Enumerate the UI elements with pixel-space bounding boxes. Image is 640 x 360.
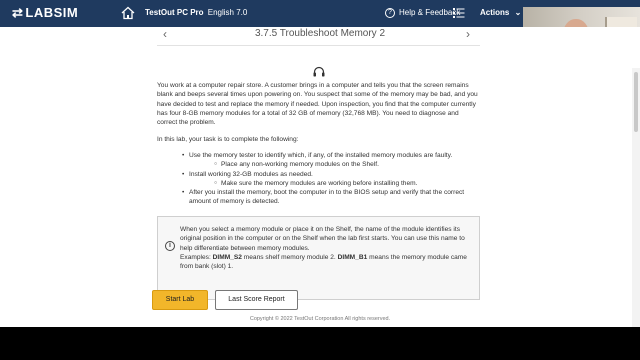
subtask-item: Place any non-working memory modules on … bbox=[189, 160, 479, 170]
info-callout: i When you select a memory module or pla… bbox=[157, 216, 480, 300]
title-divider bbox=[157, 45, 480, 46]
subtask-list: Place any non-working memory modules on … bbox=[189, 160, 479, 170]
next-lab-chevron-icon[interactable]: › bbox=[466, 27, 470, 41]
help-icon: ? bbox=[385, 8, 395, 18]
task-text: After you install the memory, boot the c… bbox=[189, 189, 465, 206]
chevron-down-icon: ⌄ bbox=[514, 8, 522, 17]
task-text: Install working 32-GB modules as needed. bbox=[189, 170, 313, 178]
task-text: Use the memory tester to identify which,… bbox=[189, 152, 453, 159]
help-feedback-button[interactable]: ? Help & Feedback bbox=[385, 8, 460, 18]
example2-code: DIMM_B1 bbox=[337, 253, 368, 261]
actions-label: Actions bbox=[480, 8, 510, 17]
info-text: When you select a memory module or place… bbox=[180, 225, 476, 271]
task-item: Use the memory tester to identify which,… bbox=[157, 151, 479, 170]
product-language: English 7.0 bbox=[207, 8, 248, 17]
scrollbar-thumb[interactable] bbox=[634, 72, 638, 132]
lab-title: 3.7.5 Troubleshoot Memory 2 bbox=[254, 28, 386, 39]
info-examples: Examples: DIMM_S2 means shelf memory mod… bbox=[180, 253, 476, 272]
examples-prefix: Examples: bbox=[180, 253, 213, 261]
logo-text: LABSIM bbox=[25, 5, 79, 20]
previous-lab-chevron-icon[interactable]: ‹ bbox=[163, 27, 167, 41]
headphones-icon[interactable] bbox=[313, 66, 325, 77]
product-name: TestOut PC Pro bbox=[145, 8, 204, 17]
copyright-text: Copyright © 2022 TestOut Corporation All… bbox=[249, 316, 391, 322]
lab-content-area: ‹ 3.7.5 Troubleshoot Memory 2 › You work… bbox=[0, 27, 640, 327]
actions-menu-button[interactable]: Actions ⌄ bbox=[480, 8, 521, 17]
example1-text: means shelf memory module 2. bbox=[241, 253, 338, 261]
subtask-list: Make sure the memory modules are working… bbox=[189, 179, 479, 189]
task-item: Install working 32-GB modules as needed.… bbox=[157, 170, 479, 189]
subtask-item: Make sure the memory modules are working… bbox=[189, 179, 479, 189]
task-list: Use the memory tester to identify which,… bbox=[157, 151, 479, 207]
page-scrollbar[interactable] bbox=[632, 68, 640, 327]
info-paragraph: When you select a memory module or place… bbox=[180, 226, 465, 252]
labsim-logo[interactable]: ⇄ LABSIM bbox=[12, 5, 78, 21]
info-icon: i bbox=[165, 241, 175, 251]
help-label: Help & Feedback bbox=[399, 8, 461, 18]
product-title: TestOut PC Pro English 7.0 bbox=[145, 8, 247, 17]
task-intro-text: In this lab, your task is to complete th… bbox=[157, 136, 299, 143]
last-score-report-button[interactable]: Last Score Report bbox=[215, 290, 298, 310]
home-icon[interactable] bbox=[121, 6, 135, 20]
lab-scenario-text: You work at a computer repair store. A c… bbox=[157, 82, 478, 127]
example1-code: DIMM_S2 bbox=[212, 253, 242, 261]
start-lab-button[interactable]: Start Lab bbox=[152, 290, 208, 310]
task-item: After you install the memory, boot the c… bbox=[157, 188, 479, 207]
menu-list-icon[interactable] bbox=[453, 7, 465, 19]
